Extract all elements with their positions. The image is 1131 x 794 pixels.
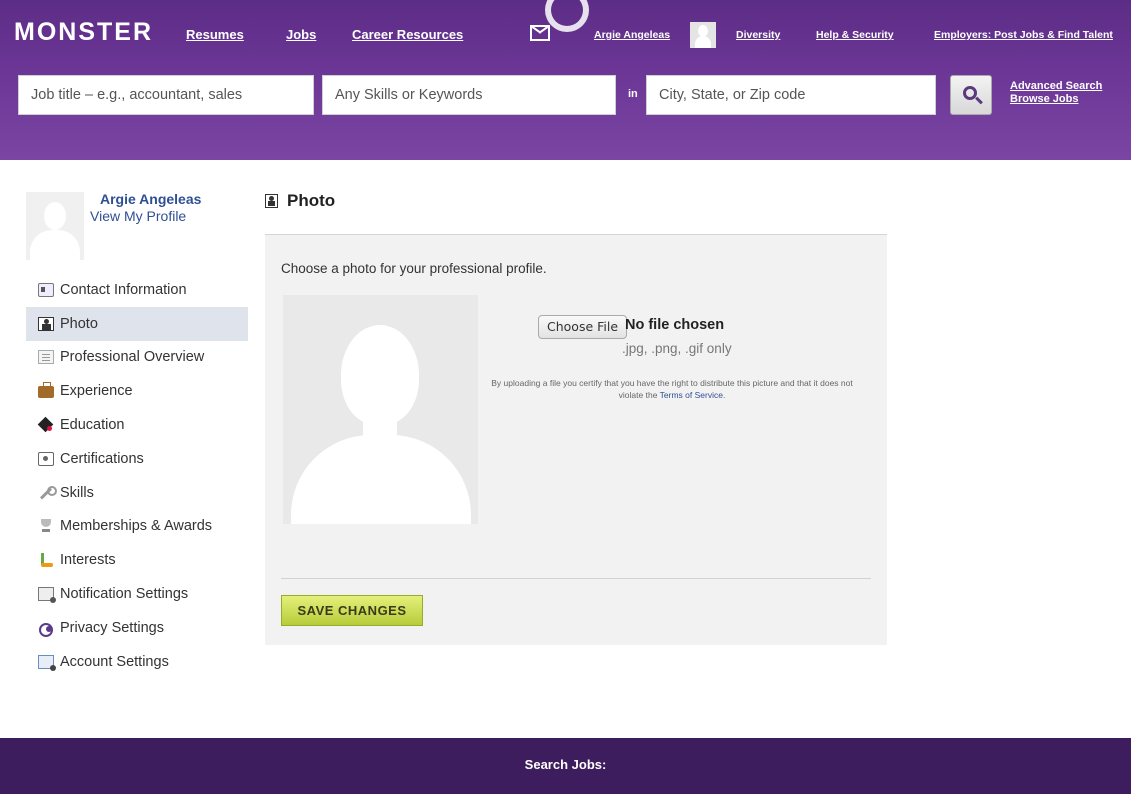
account-icon: [38, 654, 56, 671]
nav-link-jobs[interactable]: Jobs: [286, 27, 316, 42]
golf-flag-icon: [38, 553, 54, 568]
user-avatar[interactable]: [690, 22, 716, 48]
sidebar-item-label: Memberships & Awards: [60, 518, 213, 535]
sidebar-item-label: Interests: [60, 552, 116, 569]
notification-icon: [38, 587, 56, 604]
sidebar-item-photo[interactable]: Photo: [26, 306, 248, 341]
in-label: in: [628, 88, 638, 100]
location-input[interactable]: [646, 75, 936, 115]
nav-link-resumes[interactable]: Resumes: [186, 27, 244, 42]
sidebar-item-account-settings[interactable]: Account Settings: [26, 645, 248, 679]
nav-link-career-resources[interactable]: Career Resources: [352, 27, 463, 42]
sidebar-item-certifications[interactable]: Certifications: [26, 442, 248, 476]
sidebar-item-interests[interactable]: Interests: [26, 543, 248, 577]
nav-link-diversity[interactable]: Diversity: [736, 29, 780, 41]
nav-link-user-name[interactable]: Argie Angeleas: [594, 29, 670, 41]
sidebar-item-label: Contact Information: [60, 281, 187, 298]
certificate-icon: [38, 451, 54, 466]
sidebar-item-label: Certifications: [60, 450, 144, 467]
sidebar-item-memberships-awards[interactable]: Memberships & Awards: [26, 510, 248, 544]
nav-link-employers[interactable]: Employers: Post Jobs & Find Talent: [934, 29, 1113, 41]
file-status: No file chosen: [625, 317, 725, 333]
divider: [281, 578, 871, 579]
upload-disclaimer: By uploading a file you certify that you…: [491, 378, 853, 400]
advanced-search-link[interactable]: Advanced Search: [1010, 80, 1102, 92]
wrench-icon: [38, 485, 57, 500]
view-my-profile-link[interactable]: View My Profile: [90, 208, 186, 224]
sidebar-item-skills[interactable]: Skills: [26, 476, 248, 510]
footer: Search Jobs:: [0, 738, 1131, 794]
photo-upload-panel: Choose a photo for your professional pro…: [265, 234, 887, 645]
choose-file-button[interactable]: Choose File: [538, 315, 628, 339]
search-button[interactable]: [950, 75, 992, 115]
sidebar-item-label: Privacy Settings: [60, 619, 164, 636]
sidebar-item-label: Account Settings: [60, 653, 169, 670]
sidebar-item-label: Skills: [60, 484, 94, 501]
allowed-file-types: .jpg, .png, .gif only: [622, 341, 732, 356]
skills-keywords-input[interactable]: [322, 75, 616, 115]
search-jobs-heading: Search Jobs:: [524, 757, 607, 772]
sidebar-item-label: Notification Settings: [60, 586, 189, 603]
photo-icon: [265, 194, 278, 208]
header: MONSTER Resumes Jobs Career Resources Ar…: [0, 0, 1131, 160]
sidebar-item-privacy-settings[interactable]: Privacy Settings: [26, 611, 248, 645]
nav-link-help-security[interactable]: Help & Security: [816, 29, 894, 41]
trophy-icon: [38, 519, 54, 533]
document-icon: [38, 350, 54, 365]
sidebar-item-experience[interactable]: Experience: [26, 374, 248, 408]
page-title: Photo: [287, 191, 336, 210]
save-changes-button[interactable]: SAVE CHANGES: [281, 595, 423, 626]
sidebar-item-professional-overview[interactable]: Professional Overview: [26, 341, 248, 375]
photo-placeholder: [283, 295, 478, 524]
profile-name: Argie Angeleas: [100, 191, 202, 207]
briefcase-icon: [38, 382, 54, 399]
sidebar-item-label: Education: [60, 417, 125, 434]
sidebar-item-label: Experience: [60, 383, 133, 400]
job-title-input[interactable]: [18, 75, 314, 115]
graduation-cap-icon: [38, 418, 54, 432]
sidebar-item-label: Photo: [60, 315, 98, 332]
privacy-icon: [38, 621, 54, 637]
photo-icon: [38, 316, 54, 331]
sidebar-item-notification-settings[interactable]: Notification Settings: [26, 577, 248, 611]
profile-sidebar-nav: Contact Information Photo Professional O…: [26, 273, 248, 679]
contact-card-icon: [38, 282, 54, 297]
sidebar-item-label: Professional Overview: [60, 349, 205, 366]
sidebar-item-contact-information[interactable]: Contact Information: [26, 273, 248, 307]
top-navigation: MONSTER Resumes Jobs Career Resources Ar…: [0, 0, 1131, 57]
sidebar-item-education[interactable]: Education: [26, 408, 248, 442]
mail-icon[interactable]: [530, 25, 550, 41]
monster-logo[interactable]: MONSTER: [14, 18, 153, 47]
browse-jobs-link[interactable]: Browse Jobs: [1010, 93, 1078, 105]
profile-avatar[interactable]: [26, 192, 84, 260]
loading-spinner-icon: [545, 0, 589, 32]
terms-of-service-link[interactable]: Terms of Service: [660, 390, 723, 400]
photo-instructions: Choose a photo for your professional pro…: [281, 261, 547, 276]
